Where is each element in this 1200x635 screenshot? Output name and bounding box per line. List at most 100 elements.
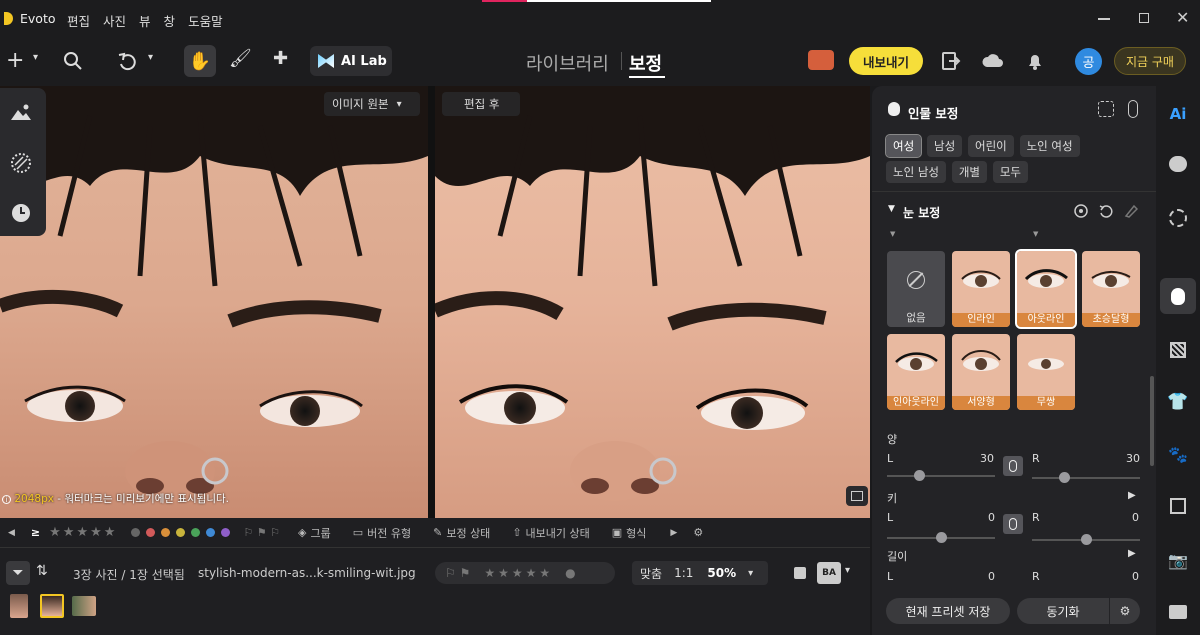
format-filter[interactable]: 형식 bbox=[626, 525, 646, 541]
color-purple-dot[interactable] bbox=[221, 528, 231, 537]
link-icon[interactable] bbox=[1128, 100, 1138, 118]
sort-icon[interactable]: ⇅ bbox=[36, 563, 48, 579]
photo-star-rating[interactable]: ★★★★★ bbox=[484, 566, 553, 580]
folder-settings-icon[interactable] bbox=[1156, 594, 1200, 630]
chip-elderly-female[interactable]: 노인 여성 bbox=[1019, 135, 1080, 157]
export-button[interactable]: 내보내기 bbox=[849, 47, 923, 75]
texture-icon[interactable] bbox=[1156, 200, 1200, 236]
menu-help[interactable]: 도움말 bbox=[188, 11, 223, 30]
chip-individual[interactable]: 개별 bbox=[951, 161, 987, 183]
chevron-down-icon[interactable]: ▾ bbox=[33, 52, 38, 63]
checker-icon[interactable] bbox=[1156, 332, 1200, 368]
filmstrip-thumb-3[interactable] bbox=[72, 596, 96, 616]
flag-filter-icons[interactable]: ⚐ ⚑ ⚐ bbox=[243, 526, 280, 539]
scroll-right-icon[interactable]: ▶ bbox=[670, 528, 677, 538]
original-image-dropdown[interactable]: 이미지 원본 ▾ bbox=[324, 92, 420, 116]
photo-color-dot[interactable]: ● bbox=[565, 566, 575, 580]
maximize-icon[interactable] bbox=[1139, 13, 1149, 23]
zoom-level[interactable]: 50% bbox=[707, 566, 736, 580]
scroll-left-icon[interactable]: ◀ bbox=[8, 528, 15, 538]
amount-left-value[interactable]: 30 bbox=[980, 452, 994, 465]
filmstrip-thumb-2-selected[interactable] bbox=[40, 594, 64, 618]
before-after-icon[interactable]: BA bbox=[817, 562, 841, 584]
ai-lab-button[interactable]: AI Lab bbox=[310, 46, 392, 76]
settings-icon[interactable]: ⚙ bbox=[693, 526, 703, 539]
amount-right-value[interactable]: 30 bbox=[1126, 452, 1140, 465]
menu-window[interactable]: 창 bbox=[164, 11, 176, 30]
color-orange-dot[interactable] bbox=[161, 528, 171, 537]
panel-scrollbar[interactable] bbox=[1150, 376, 1154, 466]
save-preset-button[interactable]: 현재 프리셋 저장 bbox=[886, 598, 1010, 624]
color-red-dot[interactable] bbox=[146, 528, 156, 537]
slider-knob[interactable] bbox=[913, 470, 925, 481]
chip-female[interactable]: 여성 bbox=[884, 134, 923, 158]
expand-icon[interactable]: ▶ bbox=[1128, 548, 1136, 559]
style-none[interactable]: 없음 bbox=[887, 251, 945, 327]
height-left-value[interactable]: 0 bbox=[988, 511, 995, 524]
paw-icon[interactable]: 🐾 bbox=[1156, 436, 1200, 472]
undo-history-chevron-icon[interactable]: ▾ bbox=[148, 52, 153, 63]
camera-icon[interactable]: 📷 bbox=[1156, 542, 1200, 578]
height-left-slider[interactable] bbox=[887, 532, 995, 543]
chip-child[interactable]: 어린이 bbox=[968, 135, 1014, 157]
chip-all[interactable]: 모두 bbox=[992, 161, 1028, 183]
height-right-value[interactable]: 0 bbox=[1132, 511, 1139, 524]
style-in-outline[interactable]: 인아웃라인 bbox=[887, 334, 945, 410]
length-right-value[interactable]: 0 bbox=[1132, 570, 1139, 583]
color-blue-dot[interactable] bbox=[206, 528, 216, 537]
visibility-icon[interactable] bbox=[1074, 204, 1088, 218]
style-crescent[interactable]: 초승달형 bbox=[1082, 251, 1140, 327]
group-filter[interactable]: 그룹 bbox=[310, 525, 330, 541]
chevron-down-icon[interactable]: ▾ bbox=[845, 565, 850, 576]
expand-icon[interactable]: ▶ bbox=[1128, 490, 1136, 501]
link-sliders-icon[interactable] bbox=[1003, 456, 1023, 476]
crop-icon[interactable] bbox=[1156, 488, 1200, 524]
close-icon[interactable]: ✕ bbox=[1176, 8, 1189, 27]
edit-status-filter[interactable]: 보정 상태 bbox=[446, 525, 490, 541]
amount-right-slider[interactable] bbox=[1032, 472, 1140, 483]
sync-button[interactable]: 동기화 bbox=[1017, 598, 1109, 624]
photo-rating-flags[interactable]: ⚐ ⚑ ★★★★★ ● bbox=[435, 562, 615, 584]
bell-icon[interactable] bbox=[1026, 51, 1044, 71]
export-status-filter[interactable]: 내보내기 상태 bbox=[526, 525, 590, 541]
slider-knob[interactable] bbox=[935, 532, 947, 543]
undo-icon[interactable] bbox=[117, 51, 139, 73]
rating-filter[interactable]: ★ ★ ★ ★ ★ bbox=[48, 525, 116, 540]
color-label-filter[interactable] bbox=[128, 528, 233, 537]
menu-edit[interactable]: 편집 bbox=[67, 11, 90, 30]
compare-divider[interactable] bbox=[428, 86, 435, 518]
sync-settings-icon[interactable]: ⚙ bbox=[1110, 598, 1140, 624]
color-none-dot[interactable] bbox=[131, 528, 141, 537]
style-western[interactable]: 서양형 bbox=[952, 334, 1010, 410]
slider-knob[interactable] bbox=[1080, 534, 1092, 545]
texture-icon[interactable] bbox=[10, 152, 32, 174]
photo-canvas[interactable]: 이미지 원본 ▾ 편집 후 i 2048px - 워터마크는 미리보기에만 표시… bbox=[0, 86, 870, 518]
shirt-icon[interactable]: 👕 bbox=[1156, 384, 1200, 420]
history-clock-icon[interactable] bbox=[10, 202, 32, 224]
search-icon[interactable] bbox=[63, 51, 83, 71]
add-icon[interactable]: + bbox=[6, 50, 24, 72]
chip-male[interactable]: 남성 bbox=[927, 135, 963, 157]
erase-icon[interactable] bbox=[1124, 204, 1138, 218]
face-detect-icon[interactable] bbox=[1098, 101, 1114, 117]
section-collapse-icon[interactable]: ▼ bbox=[888, 204, 895, 214]
split-view-button[interactable] bbox=[846, 486, 868, 506]
style-outline-selected[interactable]: 아웃라인 bbox=[1015, 249, 1077, 329]
amount-left-slider[interactable] bbox=[887, 470, 995, 481]
brush-tool-icon[interactable]: 🖌 bbox=[229, 48, 252, 69]
hand-tool-icon[interactable]: ✋ bbox=[184, 45, 216, 77]
portrait-rail-icon[interactable] bbox=[1160, 278, 1196, 314]
color-yellow-dot[interactable] bbox=[176, 528, 186, 537]
zoom-1to1-button[interactable]: 1:1 bbox=[674, 566, 693, 580]
landscape-icon[interactable] bbox=[10, 102, 32, 122]
cloud-icon[interactable] bbox=[982, 52, 1004, 70]
zoom-fit-button[interactable]: 맞춤 bbox=[640, 565, 662, 582]
rating-compare-icon[interactable]: ≥ bbox=[31, 526, 40, 539]
single-view-icon[interactable] bbox=[794, 567, 806, 579]
color-green-dot[interactable] bbox=[191, 528, 201, 537]
link-sliders-icon[interactable] bbox=[1003, 514, 1023, 534]
chip-elderly-male[interactable]: 노인 남성 bbox=[886, 161, 946, 183]
bandage-tool-icon[interactable]: ✚ bbox=[273, 48, 288, 69]
buy-now-button[interactable]: 지금 구매 bbox=[1114, 47, 1186, 75]
avatar[interactable]: 공 bbox=[1075, 48, 1102, 75]
